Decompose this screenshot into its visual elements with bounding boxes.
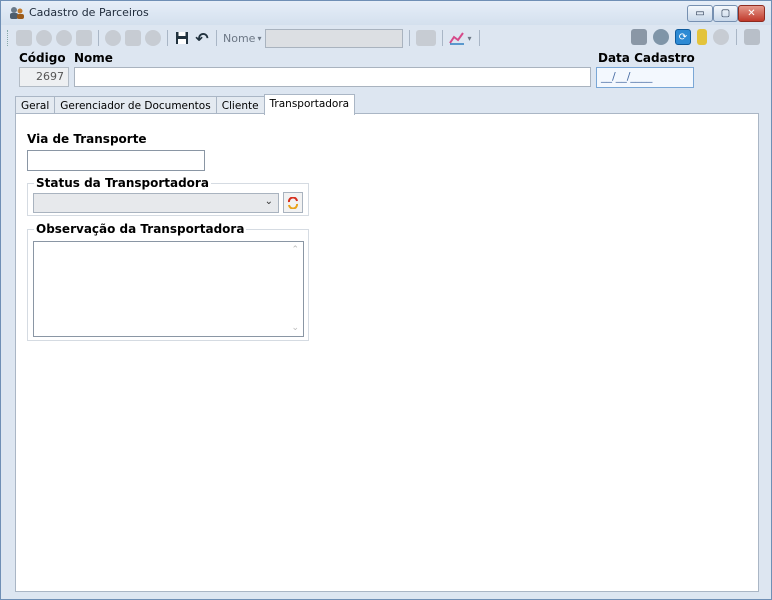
observacao-transportadora-label: Observação da Transportadora [34,222,247,236]
title-bar: Cadastro de Parceiros ▭ ▢ ✕ [1,1,771,25]
codigo-label: Código [19,51,66,65]
toolbar-grip[interactable] [7,30,10,46]
refresh-icon[interactable]: ⟳ [675,29,691,45]
settings-gear-icon[interactable] [653,29,669,45]
toolbar-right-group: ⟳ [628,29,763,45]
previous-record-icon[interactable] [36,30,52,46]
toolbar-separator [167,30,168,46]
undo-icon[interactable]: ↶ [194,29,210,48]
menu-icon[interactable] [744,29,760,45]
observacao-transportadora-group: Observação da Transportadora ⌃ ⌄ [27,222,309,341]
add-record-icon[interactable] [105,30,121,46]
toolbar-separator [736,29,737,45]
status-transportadora-select[interactable]: ⌄ [33,193,279,213]
status-transportadora-label: Status da Transportadora [34,176,211,190]
data-cadastro-label: Data Cadastro [598,51,695,65]
observacao-textarea[interactable]: ⌃ ⌄ [33,241,304,337]
last-record-icon[interactable] [76,30,92,46]
nome-field[interactable] [74,67,591,87]
chevron-down-icon[interactable]: ▾ [257,34,261,43]
nome-search-label[interactable]: Nome [223,32,255,45]
status-refresh-button[interactable] [283,192,303,213]
toolbar-separator [409,30,411,46]
report-icon[interactable] [416,30,437,46]
minimize-button[interactable]: ▭ [687,5,713,22]
first-record-icon[interactable] [16,30,32,46]
scroll-up-icon[interactable]: ⌃ [291,245,299,255]
via-transporte-input[interactable] [27,150,205,171]
nome-label: Nome [74,51,113,65]
toolbar-separator [479,30,481,46]
toolbar-separator [442,30,444,46]
maximize-button[interactable]: ▢ [713,5,738,22]
partners-app-icon [10,7,24,19]
nome-search-input[interactable] [265,28,404,48]
tab-transportadora[interactable]: Transportadora [263,94,356,115]
chart-icon-graphic [449,32,465,45]
chart-icon[interactable] [449,30,465,46]
toolbar-separator [98,30,99,46]
chevron-down-icon: ⌄ [264,196,273,207]
toolbar-separator [216,30,217,46]
toolbar: ↶ Nome ▾ ▾ ⟳ [5,27,769,49]
edit-record-icon[interactable] [125,30,141,46]
refresh-arrows-icon [288,196,298,209]
filter-icon[interactable] [697,29,707,45]
tab-strip: Geral Gerenciador de Documentos Cliente … [15,94,356,115]
main-window: Cadastro de Parceiros ▭ ▢ ✕ ↶ Nome ▾ ▾ ⟳… [0,0,772,600]
window-title: Cadastro de Parceiros [29,6,149,19]
chart-menu-chevron-icon[interactable]: ▾ [467,34,471,43]
user-icon[interactable] [713,29,729,45]
save-icon[interactable] [174,30,190,46]
next-record-icon[interactable] [56,30,72,46]
close-button[interactable]: ✕ [738,5,765,22]
via-transporte-label: Via de Transporte [27,132,147,146]
delete-record-icon[interactable] [145,30,161,46]
codigo-field: 2697 [19,67,69,87]
data-cadastro-field[interactable]: __/__/____ [596,67,694,88]
scroll-down-icon[interactable]: ⌄ [291,323,299,333]
save-icon-graphic [176,32,188,44]
forms-icon[interactable] [631,29,647,45]
status-transportadora-group: Status da Transportadora ⌄ [27,176,309,216]
